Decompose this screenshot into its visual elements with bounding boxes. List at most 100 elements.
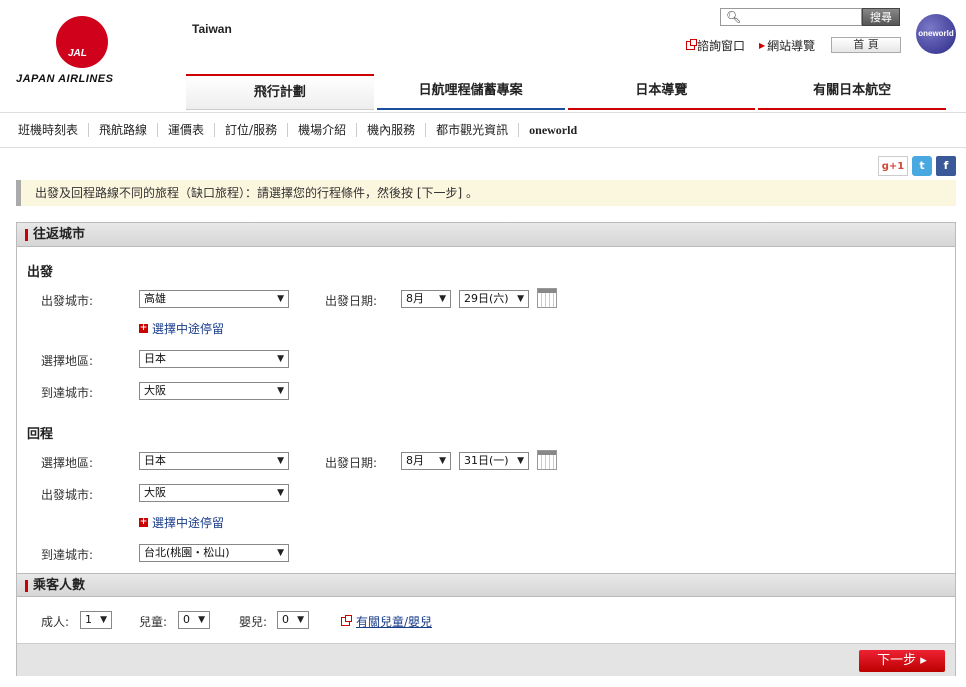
- chevron-down-icon: ▼: [277, 294, 284, 304]
- child-count-select[interactable]: 0 ▼: [178, 611, 210, 629]
- subnav-booking[interactable]: 訂位/服務: [215, 123, 289, 137]
- jal-logo[interactable]: JAL JAPAN AIRLINES: [16, 16, 146, 86]
- tab-mileage-bank[interactable]: 日航哩程儲蓄專案: [376, 74, 565, 110]
- twitter-icon[interactable]: t: [912, 156, 932, 176]
- passenger-section-header: 乘客人數: [17, 573, 955, 597]
- chevron-down-icon: ▼: [439, 456, 446, 466]
- chevron-down-icon: ▼: [198, 615, 205, 625]
- region-label: Taiwan: [192, 22, 232, 36]
- return-dep-city-select[interactable]: 大阪 ▼: [139, 484, 289, 502]
- return-region-value: 日本: [144, 454, 166, 467]
- social-share: g+1 t f: [878, 156, 956, 176]
- infant-count-value: 0: [282, 613, 289, 626]
- chevron-down-icon: ▼: [277, 354, 284, 364]
- child-infant-info-link[interactable]: 有關兒童/嬰兒: [341, 613, 432, 630]
- subnav-city-info[interactable]: 都市觀光資訊: [426, 123, 520, 137]
- calendar-icon[interactable]: [537, 450, 557, 470]
- logo-mark: JAL: [68, 48, 87, 59]
- next-step-button[interactable]: 下一步 ▸: [859, 650, 945, 672]
- outbound-day-select[interactable]: 29日(六) ▼: [459, 290, 529, 308]
- search-field[interactable]: 🔍︎: [720, 8, 862, 26]
- main-nav: 飛行計劃 日航哩程儲蓄專案 日本導覽 有關日本航空: [186, 74, 946, 110]
- sitemap-label: 網站導覽: [767, 39, 816, 53]
- outbound-arr-city-label: 到達城市:: [41, 386, 94, 400]
- child-label: 兒童:: [139, 615, 168, 629]
- child-count-value: 0: [183, 613, 190, 626]
- outbound-region-value: 日本: [144, 352, 166, 365]
- outbound-title: 出發: [27, 265, 54, 280]
- crane-logo-icon: [56, 16, 108, 68]
- subnav-fares[interactable]: 運價表: [158, 123, 216, 137]
- return-region-label: 選擇地區:: [41, 456, 94, 470]
- return-region-select[interactable]: 日本 ▼: [139, 452, 289, 470]
- contact-link[interactable]: 諮詢窗口: [686, 37, 745, 54]
- infant-label: 嬰兒:: [239, 615, 268, 629]
- subnav-timetable[interactable]: 班機時刻表: [8, 123, 90, 137]
- external-link-icon: [686, 39, 697, 50]
- outbound-arr-city-value: 大阪: [144, 384, 166, 397]
- oneworld-logo[interactable]: oneworld: [916, 14, 956, 54]
- search-input[interactable]: [743, 10, 859, 24]
- tab-japan-guide[interactable]: 日本導覽: [567, 74, 756, 110]
- outbound-region-label: 選擇地區:: [41, 354, 94, 368]
- subnav-inflight[interactable]: 機內服務: [357, 123, 427, 137]
- outbound-dep-city-value: 高雄: [144, 292, 166, 305]
- chevron-down-icon: ▼: [439, 294, 446, 304]
- outbound-month-select[interactable]: 8月 ▼: [401, 290, 451, 308]
- infant-count-select[interactable]: 0 ▼: [277, 611, 309, 629]
- itinerary-form: 往返城市 出發 出發城市: 高雄 ▼ 出發日期: 8月 ▼ 29日(六) ▼ + 選擇…: [16, 222, 956, 676]
- outbound-date-label: 出發日期:: [325, 294, 378, 308]
- return-arr-city-value: 台北(桃園・松山): [144, 546, 230, 559]
- sub-nav: 班機時刻表 飛航路線 運價表 訂位/服務 機場介紹 機內服務 都市觀光資訊 on…: [0, 112, 966, 148]
- plus-icon: +: [139, 323, 148, 333]
- outbound-stopover-label: 選擇中途停留: [152, 322, 225, 336]
- return-arr-city-label: 到達城市:: [41, 548, 94, 562]
- return-date-label: 出發日期:: [325, 456, 378, 470]
- contact-label: 諮詢窗口: [697, 39, 746, 53]
- adult-label: 成人:: [41, 615, 70, 629]
- brand-name: JAPAN AIRLINES: [16, 73, 114, 85]
- outbound-dep-city-label: 出發城市:: [41, 294, 94, 308]
- facebook-icon[interactable]: f: [936, 156, 956, 176]
- outbound-arr-city-select[interactable]: 大阪 ▼: [139, 382, 289, 400]
- adult-count-select[interactable]: 1 ▼: [80, 611, 112, 629]
- chevron-down-icon: ▼: [517, 456, 524, 466]
- return-dep-city-label: 出發城市:: [41, 488, 94, 502]
- subnav-routes[interactable]: 飛航路線: [89, 123, 159, 137]
- return-day-select[interactable]: 31日(一) ▼: [459, 452, 529, 470]
- subnav-oneworld[interactable]: oneworld: [519, 123, 587, 137]
- return-month-select[interactable]: 8月 ▼: [401, 452, 451, 470]
- return-month-value: 8月: [406, 454, 424, 467]
- google-plus-icon[interactable]: g+1: [878, 156, 908, 176]
- passenger-section: 乘客人數: [17, 573, 955, 597]
- utility-links: 諮詢窗口 ▶ 網站導覽: [686, 37, 815, 54]
- chevron-down-icon: ▼: [277, 488, 284, 498]
- calendar-icon[interactable]: [537, 288, 557, 308]
- tab-flight-plan[interactable]: 飛行計劃: [186, 74, 374, 110]
- subnav-airports[interactable]: 機場介紹: [288, 123, 358, 137]
- return-stopover-link[interactable]: + 選擇中途停留: [139, 514, 224, 531]
- chevron-down-icon: ▼: [297, 615, 304, 625]
- child-infant-info-label: 有關兒童/嬰兒: [356, 615, 433, 629]
- adult-count-value: 1: [85, 613, 92, 626]
- search-icon: 🔍︎: [726, 10, 742, 24]
- form-footer: 下一步 ▸: [17, 643, 955, 676]
- chevron-down-icon: ▼: [277, 548, 284, 558]
- search-button[interactable]: 搜尋: [862, 8, 900, 26]
- return-arr-city-select[interactable]: 台北(桃園・松山) ▼: [139, 544, 289, 562]
- sitemap-link[interactable]: ▶ 網站導覽: [759, 37, 815, 54]
- outbound-day-value: 29日(六): [464, 292, 509, 305]
- return-day-value: 31日(一): [464, 454, 509, 467]
- chevron-down-icon: ▼: [277, 456, 284, 466]
- arrow-right-icon: ▶: [759, 41, 766, 50]
- chevron-down-icon: ▼: [517, 294, 524, 304]
- return-dep-city-value: 大阪: [144, 486, 166, 499]
- outbound-month-value: 8月: [406, 292, 424, 305]
- home-button[interactable]: 首 頁: [831, 37, 901, 53]
- tab-about-jal[interactable]: 有關日本航空: [758, 74, 946, 110]
- instruction-notice: 出發及回程路線不同的旅程（缺口旅程）：請選擇您的行程條件，然後按 [下一步] 。: [16, 180, 956, 206]
- return-stopover-label: 選擇中途停留: [152, 516, 225, 530]
- outbound-region-select[interactable]: 日本 ▼: [139, 350, 289, 368]
- outbound-dep-city-select[interactable]: 高雄 ▼: [139, 290, 289, 308]
- outbound-stopover-link[interactable]: + 選擇中途停留: [139, 320, 224, 337]
